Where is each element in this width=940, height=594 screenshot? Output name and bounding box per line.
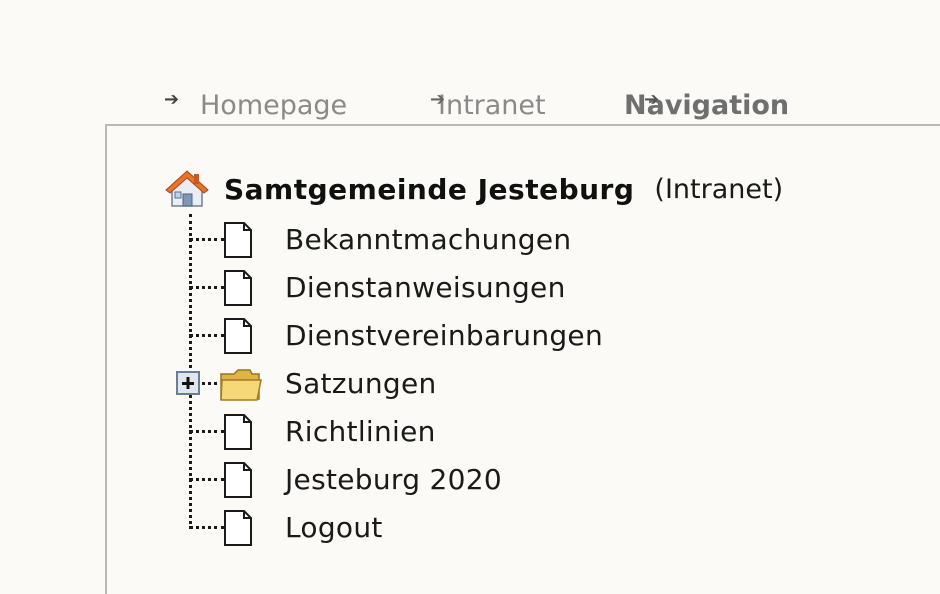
- document-icon: [224, 462, 252, 498]
- tree-branch-line: [189, 286, 225, 289]
- tree-branch-line: [189, 334, 225, 337]
- tree-item-label: Bekanntmachungen: [285, 223, 572, 256]
- tree-item-richtlinien[interactable]: Richtlinien: [189, 410, 789, 454]
- site-suffix: (Intranet): [654, 173, 784, 205]
- arrow-right-icon: ➔: [164, 89, 180, 110]
- tree-branch-line: [189, 526, 225, 529]
- tree-item-logout[interactable]: Logout: [189, 506, 789, 550]
- tab-homepage-label: Homepage: [200, 90, 348, 121]
- expand-plus-icon[interactable]: [176, 371, 200, 395]
- home-icon: [165, 170, 209, 207]
- tab-intranet-label: Intranet: [438, 90, 546, 121]
- document-icon: [224, 222, 252, 258]
- site-name: Samtgemeinde Jesteburg: [224, 172, 635, 206]
- document-icon: [224, 270, 252, 306]
- tree-item-dienstvereinbarungen[interactable]: Dienstvereinbarungen: [189, 314, 789, 358]
- tree-item-satzungen[interactable]: Satzungen: [176, 362, 789, 406]
- tree-item-label: Dienstanweisungen: [285, 271, 566, 304]
- tree-item-label: Logout: [285, 511, 383, 544]
- tree-branch-line: [189, 478, 225, 481]
- document-icon: [224, 414, 252, 450]
- tab-homepage[interactable]: ➔ Homepage: [164, 88, 347, 124]
- tree-item-jesteburg-2020[interactable]: Jesteburg 2020: [189, 458, 789, 502]
- folder-icon: [220, 369, 262, 401]
- tree-item-label: Dienstvereinbarungen: [285, 319, 604, 352]
- tree-branch-line: [189, 430, 225, 433]
- tree-branch-line: [189, 238, 225, 241]
- tab-navigation[interactable]: ➔ Navigation: [624, 88, 789, 124]
- document-icon: [224, 318, 252, 354]
- arrow-right-icon: ➔: [644, 89, 660, 110]
- tree-item-label: Satzungen: [285, 367, 437, 400]
- tree-item-label: Jesteburg 2020: [285, 463, 502, 496]
- tree-item-bekanntmachungen[interactable]: Bekanntmachungen: [189, 218, 789, 262]
- tree-root[interactable]: Samtgemeinde Jesteburg (Intranet): [164, 168, 783, 210]
- arrow-right-icon: ➔: [430, 89, 446, 110]
- tree-item-dienstanweisungen[interactable]: Dienstanweisungen: [189, 266, 789, 310]
- tree-item-label: Richtlinien: [285, 415, 436, 448]
- top-tab-bar: ➔ Homepage ➔ Intranet ➔ Navigation: [0, 88, 940, 124]
- tab-intranet[interactable]: ➔ Intranet: [430, 88, 546, 124]
- document-icon: [224, 510, 252, 546]
